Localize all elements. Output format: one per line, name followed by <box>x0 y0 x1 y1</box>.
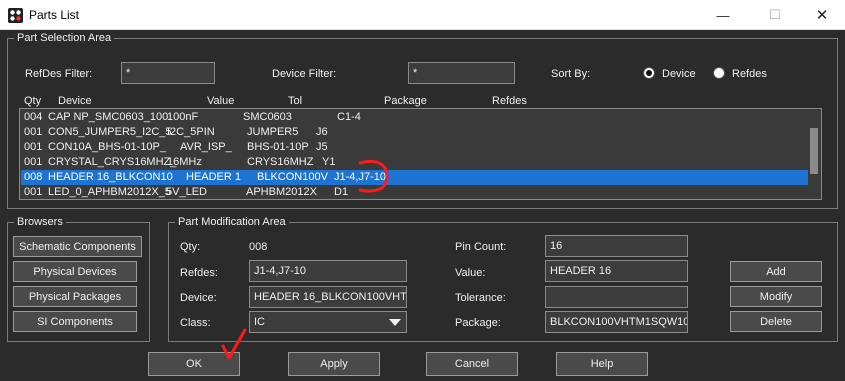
row-device: CRYSTAL_CRYS16MHZ_ <box>48 156 177 168</box>
row-refdes: J6 <box>316 126 328 138</box>
minimize-button[interactable]: — <box>700 0 746 30</box>
list-row[interactable]: 004 CAP NP_SMC0603_100 100nF SMC0603 C1-… <box>21 110 808 125</box>
row-qty: 008 <box>24 171 43 183</box>
qty-label: Qty: <box>180 241 201 253</box>
close-button[interactable]: ✕ <box>799 0 845 30</box>
header-device[interactable]: Device <box>58 94 92 108</box>
maximize-icon: ☐ <box>769 7 781 22</box>
list-row[interactable]: 001 CON10A_BHS-01-10P_ AVR_ISP_ BHS-01-1… <box>21 140 808 155</box>
list-row[interactable]: 001 CRYSTAL_CRYS16MHZ_ 16MHz CRYS16MHZ Y… <box>21 155 808 170</box>
refdes-label: Refdes: <box>180 267 218 279</box>
apply-button[interactable]: Apply <box>288 352 380 376</box>
app-icon <box>8 8 23 23</box>
header-package[interactable]: Package <box>384 94 427 108</box>
device-label: Device: <box>180 292 217 304</box>
sort-refdes-radio[interactable] <box>713 67 725 79</box>
delete-button[interactable]: Delete <box>730 311 822 332</box>
row-value: 100nF <box>167 111 199 123</box>
header-value[interactable]: Value <box>207 94 234 108</box>
refdes-filter-input[interactable]: * <box>121 62 215 84</box>
class-label: Class: <box>180 317 211 329</box>
physical-devices-button[interactable]: Physical Devices <box>13 261 137 282</box>
row-refdes: Y1 <box>322 156 336 168</box>
sort-by-label: Sort By: <box>551 68 591 80</box>
row-value: HEADER 1 <box>186 171 242 183</box>
row-package: BLKCON100V <box>257 171 328 183</box>
package-input[interactable]: BLKCON100VHTM1SQW100 <box>545 311 688 333</box>
window-title: Parts List <box>29 8 80 22</box>
row-qty: 001 <box>24 156 43 168</box>
device-filter-label: Device Filter: <box>272 68 337 80</box>
row-refdes: D1 <box>334 186 349 198</box>
value-label: Value: <box>455 267 486 279</box>
sort-device-radio[interactable] <box>643 67 655 79</box>
row-device: LED_0_APHBM2012X_5 <box>48 186 171 198</box>
si-components-button[interactable]: SI Components <box>13 311 137 332</box>
chevron-down-icon <box>389 319 401 326</box>
row-value: AVR_ISP_ <box>180 141 232 153</box>
cancel-button[interactable]: Cancel <box>426 352 518 376</box>
list-row[interactable]: 001 CON5_JUMPER5_I2C_5 I2C_5PIN JUMPER5 … <box>21 125 808 140</box>
row-refdes: J1-4,J7-10 <box>334 171 386 183</box>
device-filter-input[interactable]: * <box>408 62 515 84</box>
header-qty[interactable]: Qty <box>24 94 41 108</box>
row-package: APHBM2012X <box>246 186 317 198</box>
header-tol[interactable]: Tol <box>288 94 302 108</box>
refdes-filter-label: RefDes Filter: <box>25 68 93 80</box>
row-package: CRYS16MHZ <box>247 156 314 168</box>
row-device: CAP NP_SMC0603_100 <box>48 111 169 123</box>
row-qty: 004 <box>24 111 43 123</box>
row-qty: 001 <box>24 126 43 138</box>
class-select-value: IC <box>254 316 265 328</box>
class-select[interactable]: IC <box>249 311 407 333</box>
pin-count-label: Pin Count: <box>455 241 507 253</box>
row-device: CON5_JUMPER5_I2C_5 <box>48 126 172 138</box>
sort-refdes-label[interactable]: Refdes <box>732 67 767 81</box>
list-row[interactable]: 001 LED_0_APHBM2012X_5 5V_LED APHBM2012X… <box>21 185 808 200</box>
row-package: JUMPER5 <box>247 126 299 138</box>
row-value: I2C_5PIN <box>167 126 215 138</box>
row-qty: 001 <box>24 141 43 153</box>
browsers-label: Browsers <box>14 215 66 229</box>
row-value: 16MHz <box>167 156 202 168</box>
part-modification-label: Part Modification Area <box>175 215 289 229</box>
device-input[interactable]: HEADER 16_BLKCON100VHTM1 <box>249 286 407 308</box>
physical-packages-button[interactable]: Physical Packages <box>13 286 137 307</box>
close-icon: ✕ <box>815 7 829 24</box>
qty-value: 008 <box>249 241 268 253</box>
package-label: Package: <box>455 317 501 329</box>
modify-button[interactable]: Modify <box>730 286 822 307</box>
title-bar: Parts List — ☐ ✕ <box>0 0 845 30</box>
list-scrollbar[interactable] <box>808 110 820 198</box>
row-device: CON10A_BHS-01-10P_ <box>48 141 167 153</box>
scrollbar-thumb[interactable] <box>810 128 818 174</box>
sort-device-label[interactable]: Device <box>662 67 696 81</box>
value-input[interactable]: HEADER 16 <box>545 260 688 282</box>
row-package: SMC0603 <box>243 111 292 123</box>
part-selection-label: Part Selection Area <box>14 31 115 45</box>
row-qty: 001 <box>24 186 43 198</box>
row-refdes: C1-4 <box>337 111 361 123</box>
minimize-icon: — <box>716 7 730 23</box>
row-package: BHS-01-10P <box>247 141 309 153</box>
add-button[interactable]: Add <box>730 261 822 282</box>
pin-count-input[interactable]: 16 <box>545 235 688 257</box>
parts-list[interactable]: 004 CAP NP_SMC0603_100 100nF SMC0603 C1-… <box>19 108 822 200</box>
header-refdes[interactable]: Refdes <box>492 94 527 108</box>
list-row-selected[interactable]: 008 HEADER 16_BLKCON10 HEADER 1 BLKCON10… <box>21 170 808 185</box>
ok-button[interactable]: OK <box>148 352 240 376</box>
row-value: 5V_LED <box>166 186 207 198</box>
tolerance-label: Tolerance: <box>455 292 506 304</box>
maximize-button[interactable]: ☐ <box>752 0 798 30</box>
help-button[interactable]: Help <box>556 352 648 376</box>
row-device: HEADER 16_BLKCON10 <box>48 171 173 183</box>
refdes-input[interactable]: J1-4,J7-10 <box>249 260 407 282</box>
tolerance-input[interactable] <box>545 286 688 308</box>
schematic-components-button[interactable]: Schematic Components <box>13 236 142 257</box>
row-refdes: J5 <box>316 141 328 153</box>
